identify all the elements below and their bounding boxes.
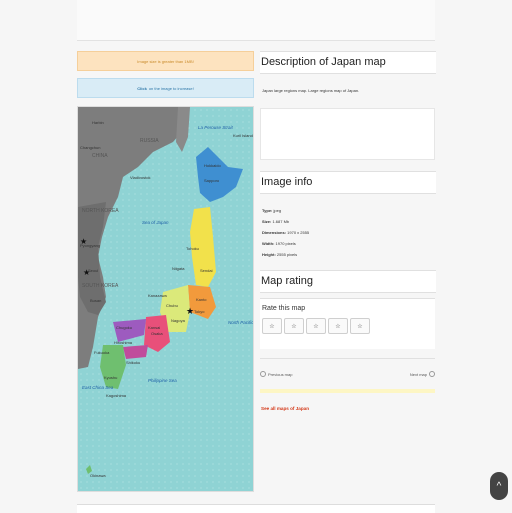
label-okinawa: Okinawa [90, 473, 106, 478]
previous-map-link[interactable]: Previous map [260, 371, 292, 377]
label-kanto: Kanto [196, 297, 207, 302]
label-hokkaido: Hokkaido [204, 163, 221, 168]
scroll-to-top-button[interactable]: ^ [490, 472, 508, 500]
label-tokyo: Tokyo [194, 309, 205, 314]
label-north-korea: NORTH KOREA [82, 208, 119, 214]
label-south-korea: SOUTH KOREA [82, 283, 119, 289]
label-fukuoka: Fukuoka [94, 350, 110, 355]
prev-arrow-icon [260, 371, 266, 377]
label-chubu: Chubu [166, 303, 178, 308]
label-nagoya: Nagoya [171, 318, 186, 323]
size-warning-alert: Image size is greater than 1MB! [77, 51, 254, 71]
label-osaka: Osaka [151, 331, 163, 336]
label-tohoku: Tohoku [186, 246, 199, 251]
size-warning-text: Image size is greater than 1MB! [137, 58, 194, 64]
click-link[interactable]: Click [137, 86, 147, 91]
label-kyushu: Kyushu [104, 375, 117, 380]
click-info-alert[interactable]: Click on the image to increase! [77, 78, 254, 98]
label-kanazawa: Kanazawa [148, 293, 167, 298]
page-content: Image size is greater than 1MB! Click on… [77, 46, 436, 498]
label-niigata: Niigata [172, 266, 185, 271]
label-china: CHINA [92, 153, 108, 159]
divider-bar [260, 389, 435, 393]
tokyo-capital-star-icon: ★ [186, 306, 194, 316]
label-russia: RUSSIA [140, 138, 159, 144]
star-3-icon[interactable]: ☆ [306, 318, 326, 334]
description-heading: Description of Japan map [260, 51, 436, 74]
label-hiroshima: Hiroshima [114, 340, 133, 345]
star-5-icon[interactable]: ☆ [350, 318, 370, 334]
label-sapporo: Sapporo [204, 178, 220, 183]
label-busan: Busan [90, 298, 101, 303]
top-header-bar [77, 0, 435, 41]
label-kagoshima: Kagoshima [106, 393, 127, 398]
star-4-icon[interactable]: ☆ [328, 318, 348, 334]
seoul-capital-star-icon: ★ [83, 268, 90, 277]
label-shikoku: Shikoku [126, 360, 140, 365]
star-1-icon[interactable]: ☆ [262, 318, 282, 334]
label-la-perouse: La Perouse Strait [198, 125, 234, 130]
next-arrow-icon [429, 371, 435, 377]
label-sendai: Sendai [200, 268, 213, 273]
label-sea-of-japan: Sea of Japan [142, 220, 169, 225]
rating-panel: Rate this map ☆ ☆ ☆ ☆ ☆ [260, 298, 435, 349]
info-row-dimensions: Dimensions: 1970 x 2555 [262, 230, 310, 235]
label-vladivostok: Vladivostok [130, 175, 150, 180]
click-info-text: on the image to increase! [148, 85, 194, 91]
chevron-up-icon: ^ [496, 480, 502, 492]
map-svg: RUSSIA CHINA NORTH KOREA SOUTH KOREA Sea… [78, 107, 253, 491]
label-chugoku: Chugoku [116, 325, 132, 330]
label-harbin: Harbin [92, 120, 104, 125]
info-row-width: Width: 1970 pixels [262, 241, 296, 246]
image-info-list: Type: jpeg Size: 1.687 Mb Dimensions: 19… [262, 208, 309, 263]
description-text: Japan large regions map. Large regions m… [262, 88, 360, 93]
see-all-maps-link[interactable]: See all maps of Japan [261, 406, 309, 411]
map-navigation: Previous map Next map [260, 358, 435, 383]
pyongyang-capital-star-icon: ★ [80, 237, 87, 246]
image-info-heading: Image info [260, 171, 436, 194]
info-row-height: Height: 2555 pixels [262, 252, 298, 257]
info-row-size: Size: 1.687 Mb [262, 219, 290, 224]
shikoku-shape [123, 345, 148, 359]
star-2-icon[interactable]: ☆ [284, 318, 304, 334]
info-row-type: Type: jpeg [262, 208, 282, 213]
label-east-china-sea: East China Sea [82, 385, 114, 390]
label-north-pacific: North Pacific Ocean [228, 320, 253, 325]
label-changchun: Changchun [80, 145, 100, 150]
label-kuril: Kuril Islands (Russia) [233, 133, 253, 138]
next-map-link[interactable]: Next map [410, 371, 435, 377]
map-rating-heading: Map rating [260, 270, 436, 293]
rate-this-map-label: Rate this map [262, 305, 306, 312]
label-kansai: Kansai [148, 325, 160, 330]
ad-placeholder [260, 108, 435, 160]
rating-stars: ☆ ☆ ☆ ☆ ☆ [260, 318, 435, 334]
label-philippine-sea: Philippine Sea [148, 378, 177, 383]
japan-map-image[interactable]: RUSSIA CHINA NORTH KOREA SOUTH KOREA Sea… [77, 106, 254, 492]
